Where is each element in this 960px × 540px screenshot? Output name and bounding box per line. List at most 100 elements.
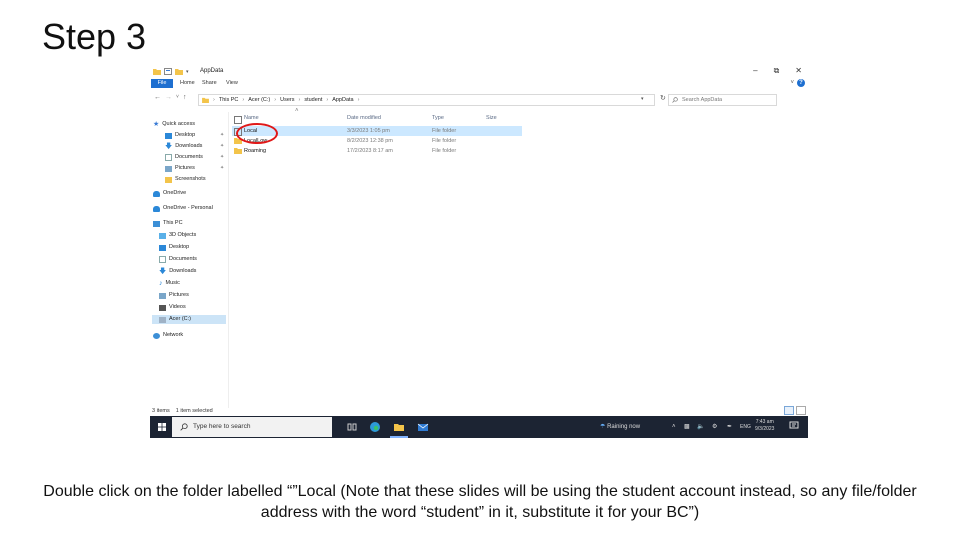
title-bar: ▾ AppData – ⧉ ✕: [150, 66, 808, 79]
ribbon-expand-icon[interactable]: ˅: [790, 80, 794, 86]
recent-locations-icon[interactable]: ˅: [176, 94, 179, 100]
documents-icon: [159, 256, 166, 263]
close-button[interactable]: ✕: [795, 66, 802, 76]
sidebar-item-3d-objects[interactable]: 3D Objects: [159, 231, 196, 240]
sidebar-item-screenshots[interactable]: Screenshots: [165, 175, 206, 184]
sidebar-item-onedrive[interactable]: OneDrive: [153, 189, 186, 198]
breadcrumb-this-pc[interactable]: This PC: [219, 95, 239, 105]
slide-title: Step 3: [42, 16, 147, 57]
input-language[interactable]: ENG: [740, 416, 751, 438]
file-name: Roaming: [244, 148, 267, 154]
new-folder-icon[interactable]: [175, 68, 183, 75]
language-settings-icon[interactable]: ⚙: [712, 416, 717, 438]
item-count: 3 items: [152, 408, 170, 414]
ribbon-tabs: File Home Share View ˅ ?: [150, 79, 808, 89]
clock-time: 7:43 am: [755, 419, 774, 425]
column-type[interactable]: Type: [432, 115, 444, 121]
download-icon: 🡇: [159, 268, 167, 275]
taskbar-clock[interactable]: 7:43 am 9/3/2023: [755, 419, 774, 433]
sidebar-item-onedrive-personal[interactable]: OneDrive - Personal: [153, 204, 213, 213]
sidebar-item-acer-drive[interactable]: Acer (C:): [152, 315, 226, 324]
mail-icon[interactable]: [417, 421, 429, 433]
sidebar-item-music[interactable]: ♪ Music: [159, 279, 180, 288]
selection-count: 1 item selected: [175, 408, 213, 414]
highlight-circle: [236, 123, 278, 144]
video-icon: [159, 304, 166, 311]
tab-view[interactable]: View: [226, 80, 238, 86]
breadcrumb-appdata[interactable]: AppData: [332, 95, 353, 105]
search-placeholder: Search AppData: [682, 97, 723, 103]
breadcrumb-student[interactable]: student: [304, 95, 322, 105]
breadcrumb-drive[interactable]: Acer (C:): [248, 95, 270, 105]
battery-icon[interactable]: ▩: [684, 416, 690, 438]
breadcrumb-users[interactable]: Users: [280, 95, 294, 105]
sidebar-item-quick-access[interactable]: ★ Quick access: [153, 120, 195, 129]
search-input[interactable]: Search AppData: [668, 94, 777, 106]
back-icon[interactable]: ←: [154, 94, 161, 101]
music-icon: ♪: [159, 280, 163, 287]
customize-toolbar-icon[interactable]: ▾: [186, 69, 189, 75]
address-bar[interactable]: › This PC › Acer (C:) › Users › student …: [198, 94, 655, 106]
sidebar-item-downloads-pc[interactable]: 🡇 Downloads: [159, 267, 196, 276]
breadcrumb-separator: ›: [242, 97, 245, 103]
pictures-icon: [165, 165, 172, 172]
quick-access-toolbar: ▾: [153, 68, 189, 75]
tab-home[interactable]: Home: [180, 80, 195, 86]
details-view-icon[interactable]: [784, 406, 794, 415]
sidebar-item-desktop-pc[interactable]: Desktop: [159, 243, 189, 252]
minimize-button[interactable]: –: [753, 66, 757, 76]
breadcrumb-separator: ›: [326, 97, 329, 103]
sidebar-item-documents-pc[interactable]: Documents: [159, 255, 197, 264]
volume-icon[interactable]: 🔈: [697, 416, 704, 438]
sidebar-item-pictures-pc[interactable]: Pictures: [159, 291, 189, 300]
edge-icon[interactable]: [369, 421, 381, 433]
windows-start-icon[interactable]: [158, 423, 166, 431]
file-row-roaming[interactable]: Roaming 17/2/2023 8:17 am File folder: [232, 146, 522, 156]
task-view-icon[interactable]: [346, 421, 358, 433]
tab-share[interactable]: Share: [202, 80, 217, 86]
large-icons-view-icon[interactable]: [796, 406, 806, 415]
tab-file[interactable]: File: [151, 79, 173, 88]
pin-icon[interactable]: ✦: [220, 154, 224, 160]
taskbar-search-input[interactable]: Type here to search: [172, 417, 332, 437]
breadcrumb-separator: ›: [298, 97, 301, 103]
sidebar-item-this-pc[interactable]: This PC: [153, 219, 183, 228]
folder-icon: [165, 176, 172, 183]
column-name[interactable]: Name: [244, 115, 259, 121]
desktop-icon: [165, 132, 172, 139]
search-icon: [672, 97, 678, 103]
pin-icon[interactable]: ✦: [220, 143, 224, 149]
pictures-icon: [159, 292, 166, 299]
notification-icon[interactable]: [789, 421, 799, 431]
maximize-button[interactable]: ⧉: [774, 66, 780, 76]
sidebar-item-network[interactable]: Network: [153, 331, 183, 340]
sidebar-item-downloads[interactable]: 🡇 Downloads: [165, 142, 202, 151]
sidebar-item-pictures[interactable]: Pictures: [165, 164, 195, 173]
star-icon: ★: [153, 121, 160, 128]
file-date: 8/2/2023 12:38 pm: [347, 138, 393, 144]
up-icon[interactable]: ↑: [183, 94, 187, 101]
breadcrumb-separator: ›: [274, 97, 277, 103]
show-hidden-icons-icon[interactable]: ˄: [672, 416, 676, 438]
sidebar-item-videos[interactable]: Videos: [159, 303, 186, 312]
column-size[interactable]: Size: [486, 115, 497, 121]
pin-icon[interactable]: ✦: [220, 132, 224, 138]
cube-icon: [159, 232, 166, 239]
column-date-modified[interactable]: Date modified: [347, 115, 381, 121]
download-icon: 🡇: [165, 143, 173, 150]
weather-widget[interactable]: ☂ Raining now: [600, 416, 640, 438]
sidebar-item-documents[interactable]: Documents: [165, 153, 203, 162]
pen-icon[interactable]: ✒: [727, 416, 732, 438]
sort-ascending-icon: ˄: [295, 108, 299, 114]
sidebar-item-desktop[interactable]: Desktop: [165, 131, 195, 140]
file-type: File folder: [432, 138, 457, 144]
folder-icon: [153, 69, 161, 75]
help-icon[interactable]: ?: [797, 79, 805, 87]
documents-icon: [165, 154, 172, 161]
address-history-icon[interactable]: ▾: [641, 96, 644, 102]
refresh-icon[interactable]: ↻: [660, 94, 666, 102]
properties-icon[interactable]: [164, 68, 172, 75]
forward-icon[interactable]: →: [165, 94, 172, 101]
file-explorer-icon[interactable]: [393, 421, 405, 433]
pin-icon[interactable]: ✦: [220, 165, 224, 171]
